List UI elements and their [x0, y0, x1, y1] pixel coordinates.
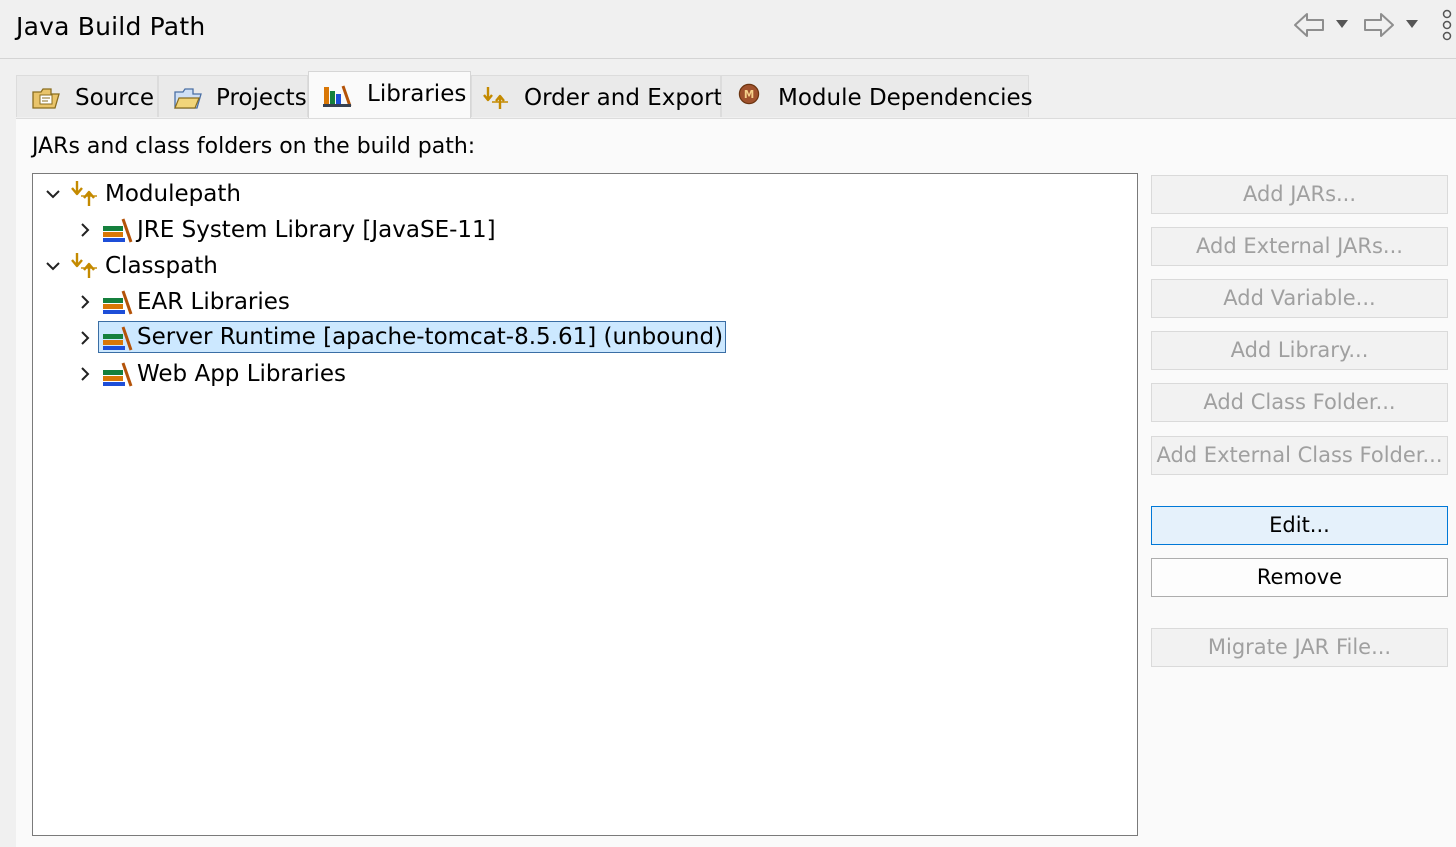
build-path-heading: JARs and class folders on the build path…: [32, 134, 476, 159]
back-dropdown-icon[interactable]: [1335, 18, 1349, 30]
library-icon: [103, 218, 133, 243]
path-container-icon: [71, 181, 97, 206]
tree-node-ear-libraries[interactable]: EAR Libraries: [33, 285, 1133, 319]
view-menu-icon[interactable]: [1440, 9, 1454, 41]
tree-node-modulepath[interactable]: Modulepath: [33, 177, 1133, 211]
tree-node-label: Web App Libraries: [137, 361, 347, 387]
tree-node-server-runtime[interactable]: Server Runtime [apache-tomcat-8.5.61] (u…: [33, 321, 1133, 355]
forward-arrow-icon[interactable]: [1362, 10, 1396, 40]
tab-label: Order and Export: [524, 85, 723, 111]
svg-text:M: M: [744, 89, 754, 101]
library-icon: [103, 326, 133, 351]
add-external-jars-button[interactable]: Add External JARs...: [1151, 227, 1448, 266]
add-jars-button[interactable]: Add JARs...: [1151, 175, 1448, 214]
tree-node-label: EAR Libraries: [137, 289, 290, 315]
tree-node-label: Classpath: [105, 253, 218, 279]
chevron-right-icon[interactable]: [77, 222, 93, 238]
tab-module-dependencies[interactable]: M Module Dependencies: [721, 75, 1033, 117]
tree-node-label: Modulepath: [105, 181, 241, 207]
tree-node-label: JRE System Library [JavaSE-11]: [137, 217, 496, 243]
tab-libraries[interactable]: Libraries: [308, 71, 471, 118]
tab-label: Module Dependencies: [778, 85, 1033, 111]
tree-node-classpath[interactable]: Classpath: [33, 249, 1133, 283]
forward-dropdown-icon[interactable]: [1405, 18, 1419, 30]
back-arrow-icon[interactable]: [1292, 10, 1326, 40]
migrate-jar-file-button[interactable]: Migrate JAR File...: [1151, 628, 1448, 667]
library-icon: [103, 290, 133, 315]
add-external-class-folder-button[interactable]: Add External Class Folder...: [1151, 436, 1448, 475]
chevron-down-icon[interactable]: [45, 186, 61, 202]
tab-projects[interactable]: Projects: [158, 75, 308, 117]
library-icon: [103, 362, 133, 387]
title-bar: Java Build Path: [0, 0, 1456, 59]
chevron-right-icon[interactable]: [77, 330, 93, 346]
chevron-right-icon[interactable]: [77, 294, 93, 310]
tree-node-web-app-libraries[interactable]: Web App Libraries: [33, 357, 1133, 391]
source-folder-icon: [32, 88, 60, 109]
module-icon: M: [738, 83, 760, 105]
page-title: Java Build Path: [16, 12, 206, 41]
add-class-folder-button[interactable]: Add Class Folder...: [1151, 383, 1448, 422]
tree-node-label: Server Runtime [apache-tomcat-8.5.61] (u…: [98, 321, 727, 353]
path-container-icon: [71, 253, 97, 278]
tab-label: Source: [75, 85, 154, 111]
build-path-tree[interactable]: Modulepath JRE System Library [JavaSE-11…: [32, 173, 1138, 836]
tab-label: Libraries: [367, 81, 467, 107]
library-icon: [323, 85, 352, 107]
add-library-button[interactable]: Add Library...: [1151, 331, 1448, 370]
chevron-right-icon[interactable]: [77, 366, 93, 382]
remove-button[interactable]: Remove: [1151, 558, 1448, 597]
tab-order-and-export[interactable]: Order and Export: [471, 75, 723, 117]
tab-label: Projects: [216, 85, 307, 111]
tab-strip: Source Projects Libraries Order and Expo…: [16, 71, 1456, 118]
project-folder-icon: [174, 88, 202, 109]
tab-source[interactable]: Source: [16, 75, 158, 117]
tree-node-jre-system-library[interactable]: JRE System Library [JavaSE-11]: [33, 213, 1133, 247]
chevron-down-icon[interactable]: [45, 258, 61, 274]
order-export-icon: [483, 87, 508, 109]
add-variable-button[interactable]: Add Variable...: [1151, 279, 1448, 318]
edit-button[interactable]: Edit...: [1151, 506, 1448, 545]
